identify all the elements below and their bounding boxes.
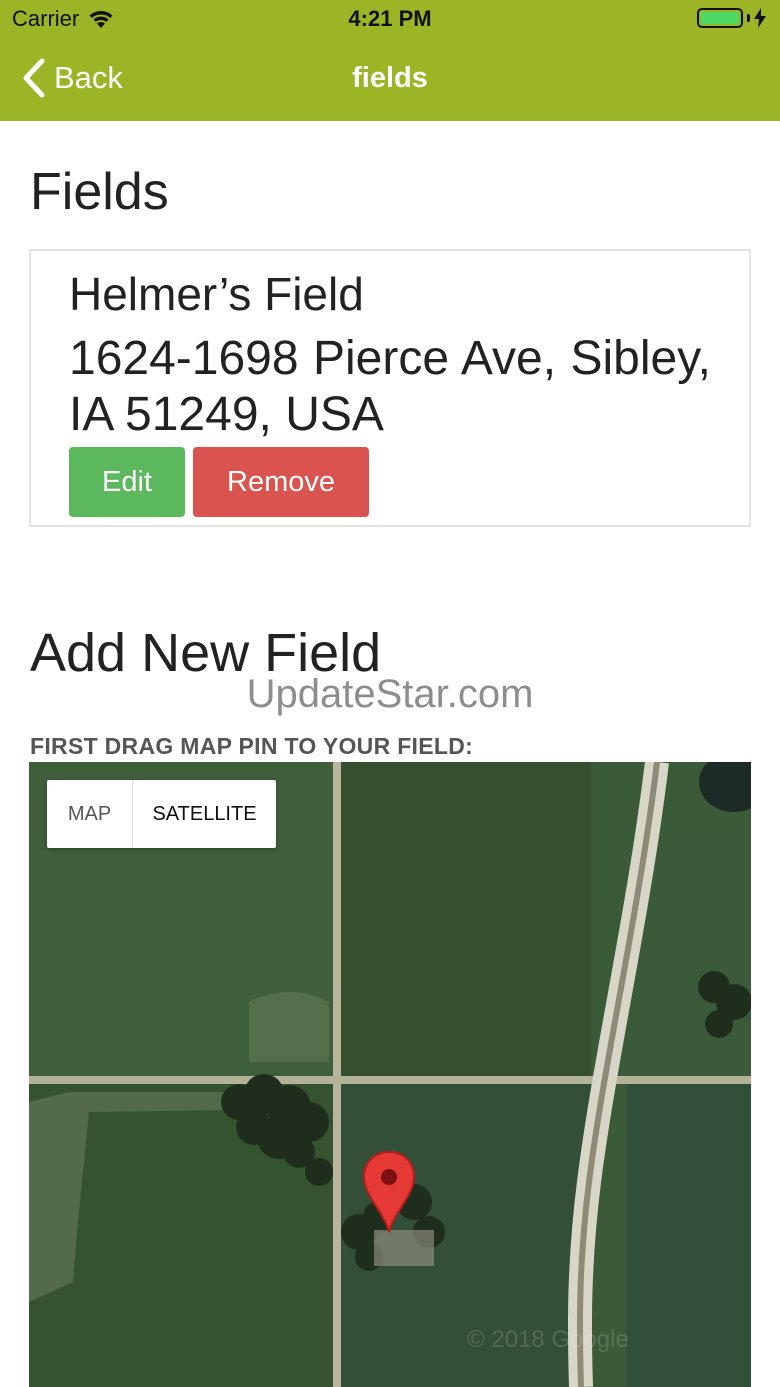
map-pin-icon[interactable]: [362, 1150, 416, 1234]
fields-heading: Fields: [30, 163, 169, 221]
status-time: 4:21 PM: [348, 6, 432, 31]
map-type-toggle: MAP SATELLITE: [47, 780, 276, 848]
remove-button[interactable]: Remove: [193, 447, 369, 517]
navigation-bar: Back fields: [0, 40, 780, 121]
map-type-map-button[interactable]: MAP: [47, 780, 133, 848]
watermark: UpdateStar.com: [246, 672, 534, 716]
battery-tip: [747, 14, 750, 22]
app-header: Carrier 4:21 PM Back fields: [0, 0, 780, 121]
battery-fill: [701, 12, 739, 24]
field-card: Helmer’s Field 1624-1698 Pierce Ave, Sib…: [29, 249, 751, 527]
map-copyright: © 2018 Google: [467, 1326, 629, 1353]
map-instruction: FIRST DRAG MAP PIN TO YOUR FIELD:: [30, 733, 474, 759]
map-type-satellite-button[interactable]: SATELLITE: [133, 780, 276, 848]
nav-title: fields: [352, 62, 428, 94]
edit-button[interactable]: Edit: [69, 447, 185, 517]
field-name: Helmer’s Field: [69, 268, 364, 320]
battery-body: [697, 8, 743, 28]
field-address: 1624-1698 Pierce Ave, Sibley, IA 51249, …: [69, 332, 711, 441]
map-imagery: [29, 762, 751, 1387]
satellite-map[interactable]: MAP SATELLITE © 2018 Google: [29, 762, 751, 1387]
battery-icon: [697, 8, 766, 28]
bolt-icon: [754, 8, 766, 28]
status-bar: Carrier 4:21 PM: [0, 0, 780, 40]
